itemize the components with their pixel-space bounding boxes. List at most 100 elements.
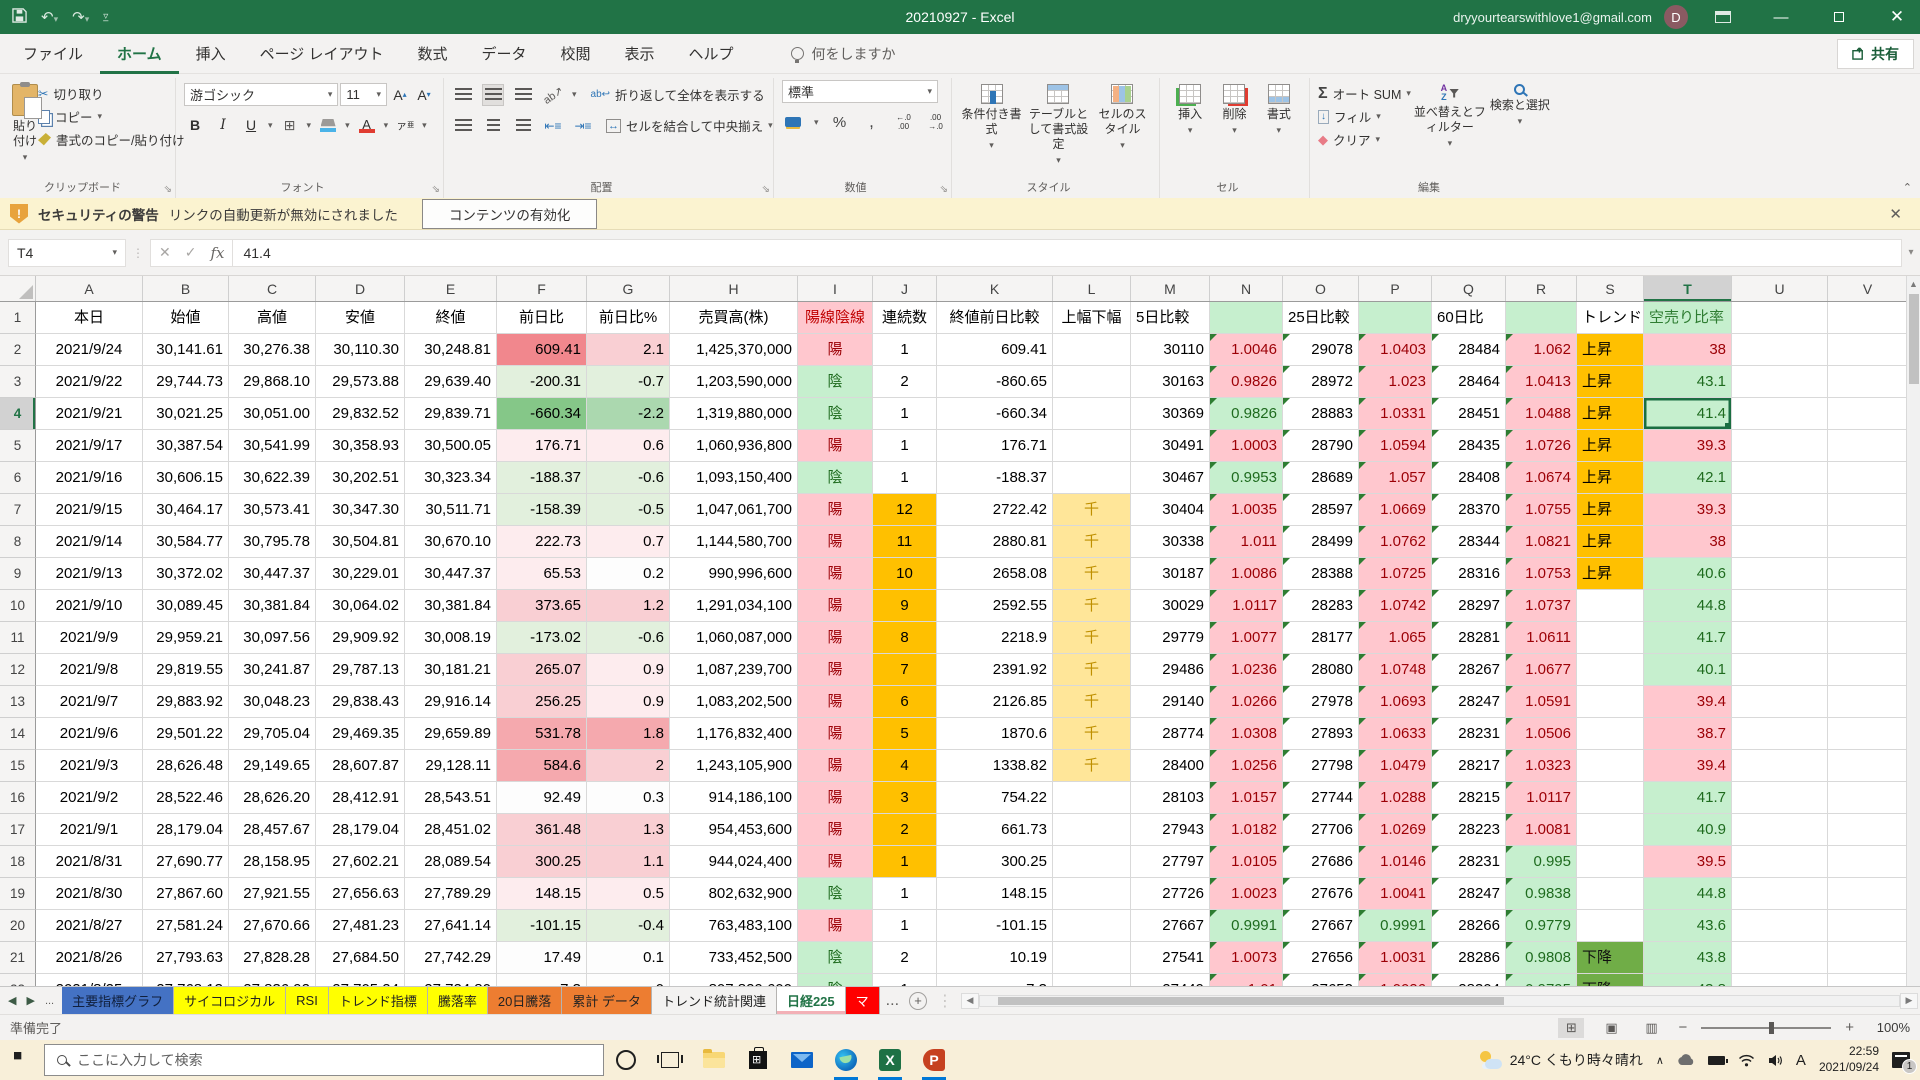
cell-G7[interactable]: -0.5 xyxy=(587,494,670,526)
cell-O13[interactable]: 27978 xyxy=(1283,686,1359,718)
cell-J15[interactable]: 4 xyxy=(873,750,937,782)
orientation-icon[interactable]: ab↗ xyxy=(538,79,569,110)
cell-R5[interactable]: 1.0726 xyxy=(1506,430,1577,462)
sheet-nav-dots[interactable]: ... xyxy=(45,995,54,1007)
cell-styles-button[interactable]: セルのスタイル▾ xyxy=(1094,80,1151,178)
cell-A20[interactable]: 2021/8/27 xyxy=(36,910,143,942)
cell-D18[interactable]: 27,602.21 xyxy=(316,846,405,878)
cell-F2[interactable]: 609.41 xyxy=(497,334,587,366)
cell-Q1[interactable]: 60日比 xyxy=(1432,302,1506,334)
cell-L16[interactable] xyxy=(1053,782,1131,814)
cell-H9[interactable]: 990,996,600 xyxy=(670,558,798,590)
cell-J3[interactable]: 2 xyxy=(873,366,937,398)
page-break-view-icon[interactable]: ▥ xyxy=(1638,1018,1664,1038)
cell-F15[interactable]: 584.6 xyxy=(497,750,587,782)
column-header-V[interactable]: V xyxy=(1828,276,1906,301)
cell-D14[interactable]: 29,469.35 xyxy=(316,718,405,750)
cell-V20[interactable] xyxy=(1828,910,1906,942)
cell-P8[interactable]: 1.0762 xyxy=(1359,526,1432,558)
cell-P14[interactable]: 1.0633 xyxy=(1359,718,1432,750)
cell-I5[interactable]: 陽 xyxy=(798,430,873,462)
cell-H10[interactable]: 1,291,034,100 xyxy=(670,590,798,622)
currency-format-icon[interactable] xyxy=(782,111,804,133)
cell-F22[interactable]: -7.3 xyxy=(497,974,587,986)
column-header-T[interactable]: T xyxy=(1644,276,1732,301)
cell-F13[interactable]: 256.25 xyxy=(497,686,587,718)
insert-function-icon[interactable]: fx xyxy=(210,244,224,262)
cell-N4[interactable]: 0.9826 xyxy=(1210,398,1283,430)
scroll-right-icon[interactable]: ▶ xyxy=(1900,993,1918,1009)
cell-I12[interactable]: 陽 xyxy=(798,654,873,686)
cell-K11[interactable]: 2218.9 xyxy=(937,622,1053,654)
cell-O11[interactable]: 28177 xyxy=(1283,622,1359,654)
page-layout-view-icon[interactable]: ▣ xyxy=(1598,1018,1624,1038)
zoom-in-icon[interactable]: + xyxy=(1845,1019,1854,1036)
conditional-formatting-button[interactable]: 条件付き書式▾ xyxy=(960,80,1023,178)
cell-M21[interactable]: 27541 xyxy=(1131,942,1210,974)
cell-U11[interactable] xyxy=(1732,622,1828,654)
cell-V14[interactable] xyxy=(1828,718,1906,750)
cell-I4[interactable]: 陰 xyxy=(798,398,873,430)
cell-O20[interactable]: 27667 xyxy=(1283,910,1359,942)
cell-A12[interactable]: 2021/9/8 xyxy=(36,654,143,686)
row-header-6[interactable]: 6 xyxy=(0,462,36,494)
cell-M6[interactable]: 30467 xyxy=(1131,462,1210,494)
cell-E6[interactable]: 30,323.34 xyxy=(405,462,497,494)
clipboard-dialog-launcher-icon[interactable]: ⇘ xyxy=(164,184,172,195)
cell-T10[interactable]: 44.8 xyxy=(1644,590,1732,622)
cell-K4[interactable]: -660.34 xyxy=(937,398,1053,430)
cell-E17[interactable]: 28,451.02 xyxy=(405,814,497,846)
cell-R20[interactable]: 0.9779 xyxy=(1506,910,1577,942)
cell-L1[interactable]: 上幅下幅 xyxy=(1053,302,1131,334)
wrap-text-button[interactable]: ab↩折り返して全体を表示する xyxy=(591,83,765,106)
minimize-button[interactable]: — xyxy=(1758,0,1804,34)
sheet-tab-サイコロジカル[interactable]: サイコロジカル xyxy=(174,987,286,1014)
cell-V15[interactable] xyxy=(1828,750,1906,782)
cell-R1[interactable] xyxy=(1506,302,1577,334)
underline-button[interactable]: U xyxy=(240,114,262,136)
cell-I17[interactable]: 陽 xyxy=(798,814,873,846)
cell-T11[interactable]: 41.7 xyxy=(1644,622,1732,654)
cell-J9[interactable]: 10 xyxy=(873,558,937,590)
onedrive-icon[interactable] xyxy=(1677,1054,1695,1066)
notification-center-button[interactable]: 1 xyxy=(1892,1052,1910,1068)
cell-J11[interactable]: 8 xyxy=(873,622,937,654)
cell-C2[interactable]: 30,276.38 xyxy=(229,334,316,366)
cell-V2[interactable] xyxy=(1828,334,1906,366)
cell-A8[interactable]: 2021/9/14 xyxy=(36,526,143,558)
cell-E12[interactable]: 30,181.21 xyxy=(405,654,497,686)
cell-P19[interactable]: 1.0041 xyxy=(1359,878,1432,910)
increase-decimal-icon[interactable]: ←.0.00 xyxy=(893,111,915,133)
cell-A17[interactable]: 2021/9/1 xyxy=(36,814,143,846)
cell-L5[interactable] xyxy=(1053,430,1131,462)
row-header-7[interactable]: 7 xyxy=(0,494,36,526)
cell-J5[interactable]: 1 xyxy=(873,430,937,462)
wifi-icon[interactable] xyxy=(1738,1054,1755,1067)
row-header-19[interactable]: 19 xyxy=(0,878,36,910)
microsoft-store-button[interactable] xyxy=(736,1040,780,1080)
cell-A15[interactable]: 2021/9/3 xyxy=(36,750,143,782)
cell-F17[interactable]: 361.48 xyxy=(497,814,587,846)
account-email[interactable]: dryyourtearswithlove1@gmail.com xyxy=(1453,10,1652,25)
cell-P11[interactable]: 1.065 xyxy=(1359,622,1432,654)
cell-P1[interactable] xyxy=(1359,302,1432,334)
cell-L20[interactable] xyxy=(1053,910,1131,942)
cell-P20[interactable]: 0.9991 xyxy=(1359,910,1432,942)
cell-Q18[interactable]: 28231 xyxy=(1432,846,1506,878)
cell-I2[interactable]: 陽 xyxy=(798,334,873,366)
paste-button[interactable]: 貼り付け▾ xyxy=(12,80,38,163)
cell-E21[interactable]: 27,742.29 xyxy=(405,942,497,974)
cell-C13[interactable]: 30,048.23 xyxy=(229,686,316,718)
cell-I16[interactable]: 陽 xyxy=(798,782,873,814)
cell-E7[interactable]: 30,511.71 xyxy=(405,494,497,526)
cell-N11[interactable]: 1.0077 xyxy=(1210,622,1283,654)
cell-J6[interactable]: 1 xyxy=(873,462,937,494)
scroll-up-icon[interactable]: ▲ xyxy=(1909,276,1918,292)
cell-T7[interactable]: 39.3 xyxy=(1644,494,1732,526)
cell-E22[interactable]: 27,724.80 xyxy=(405,974,497,986)
cell-Q12[interactable]: 28267 xyxy=(1432,654,1506,686)
cell-D21[interactable]: 27,684.50 xyxy=(316,942,405,974)
cell-P21[interactable]: 1.0031 xyxy=(1359,942,1432,974)
cell-U9[interactable] xyxy=(1732,558,1828,590)
avatar[interactable]: D xyxy=(1664,5,1688,29)
